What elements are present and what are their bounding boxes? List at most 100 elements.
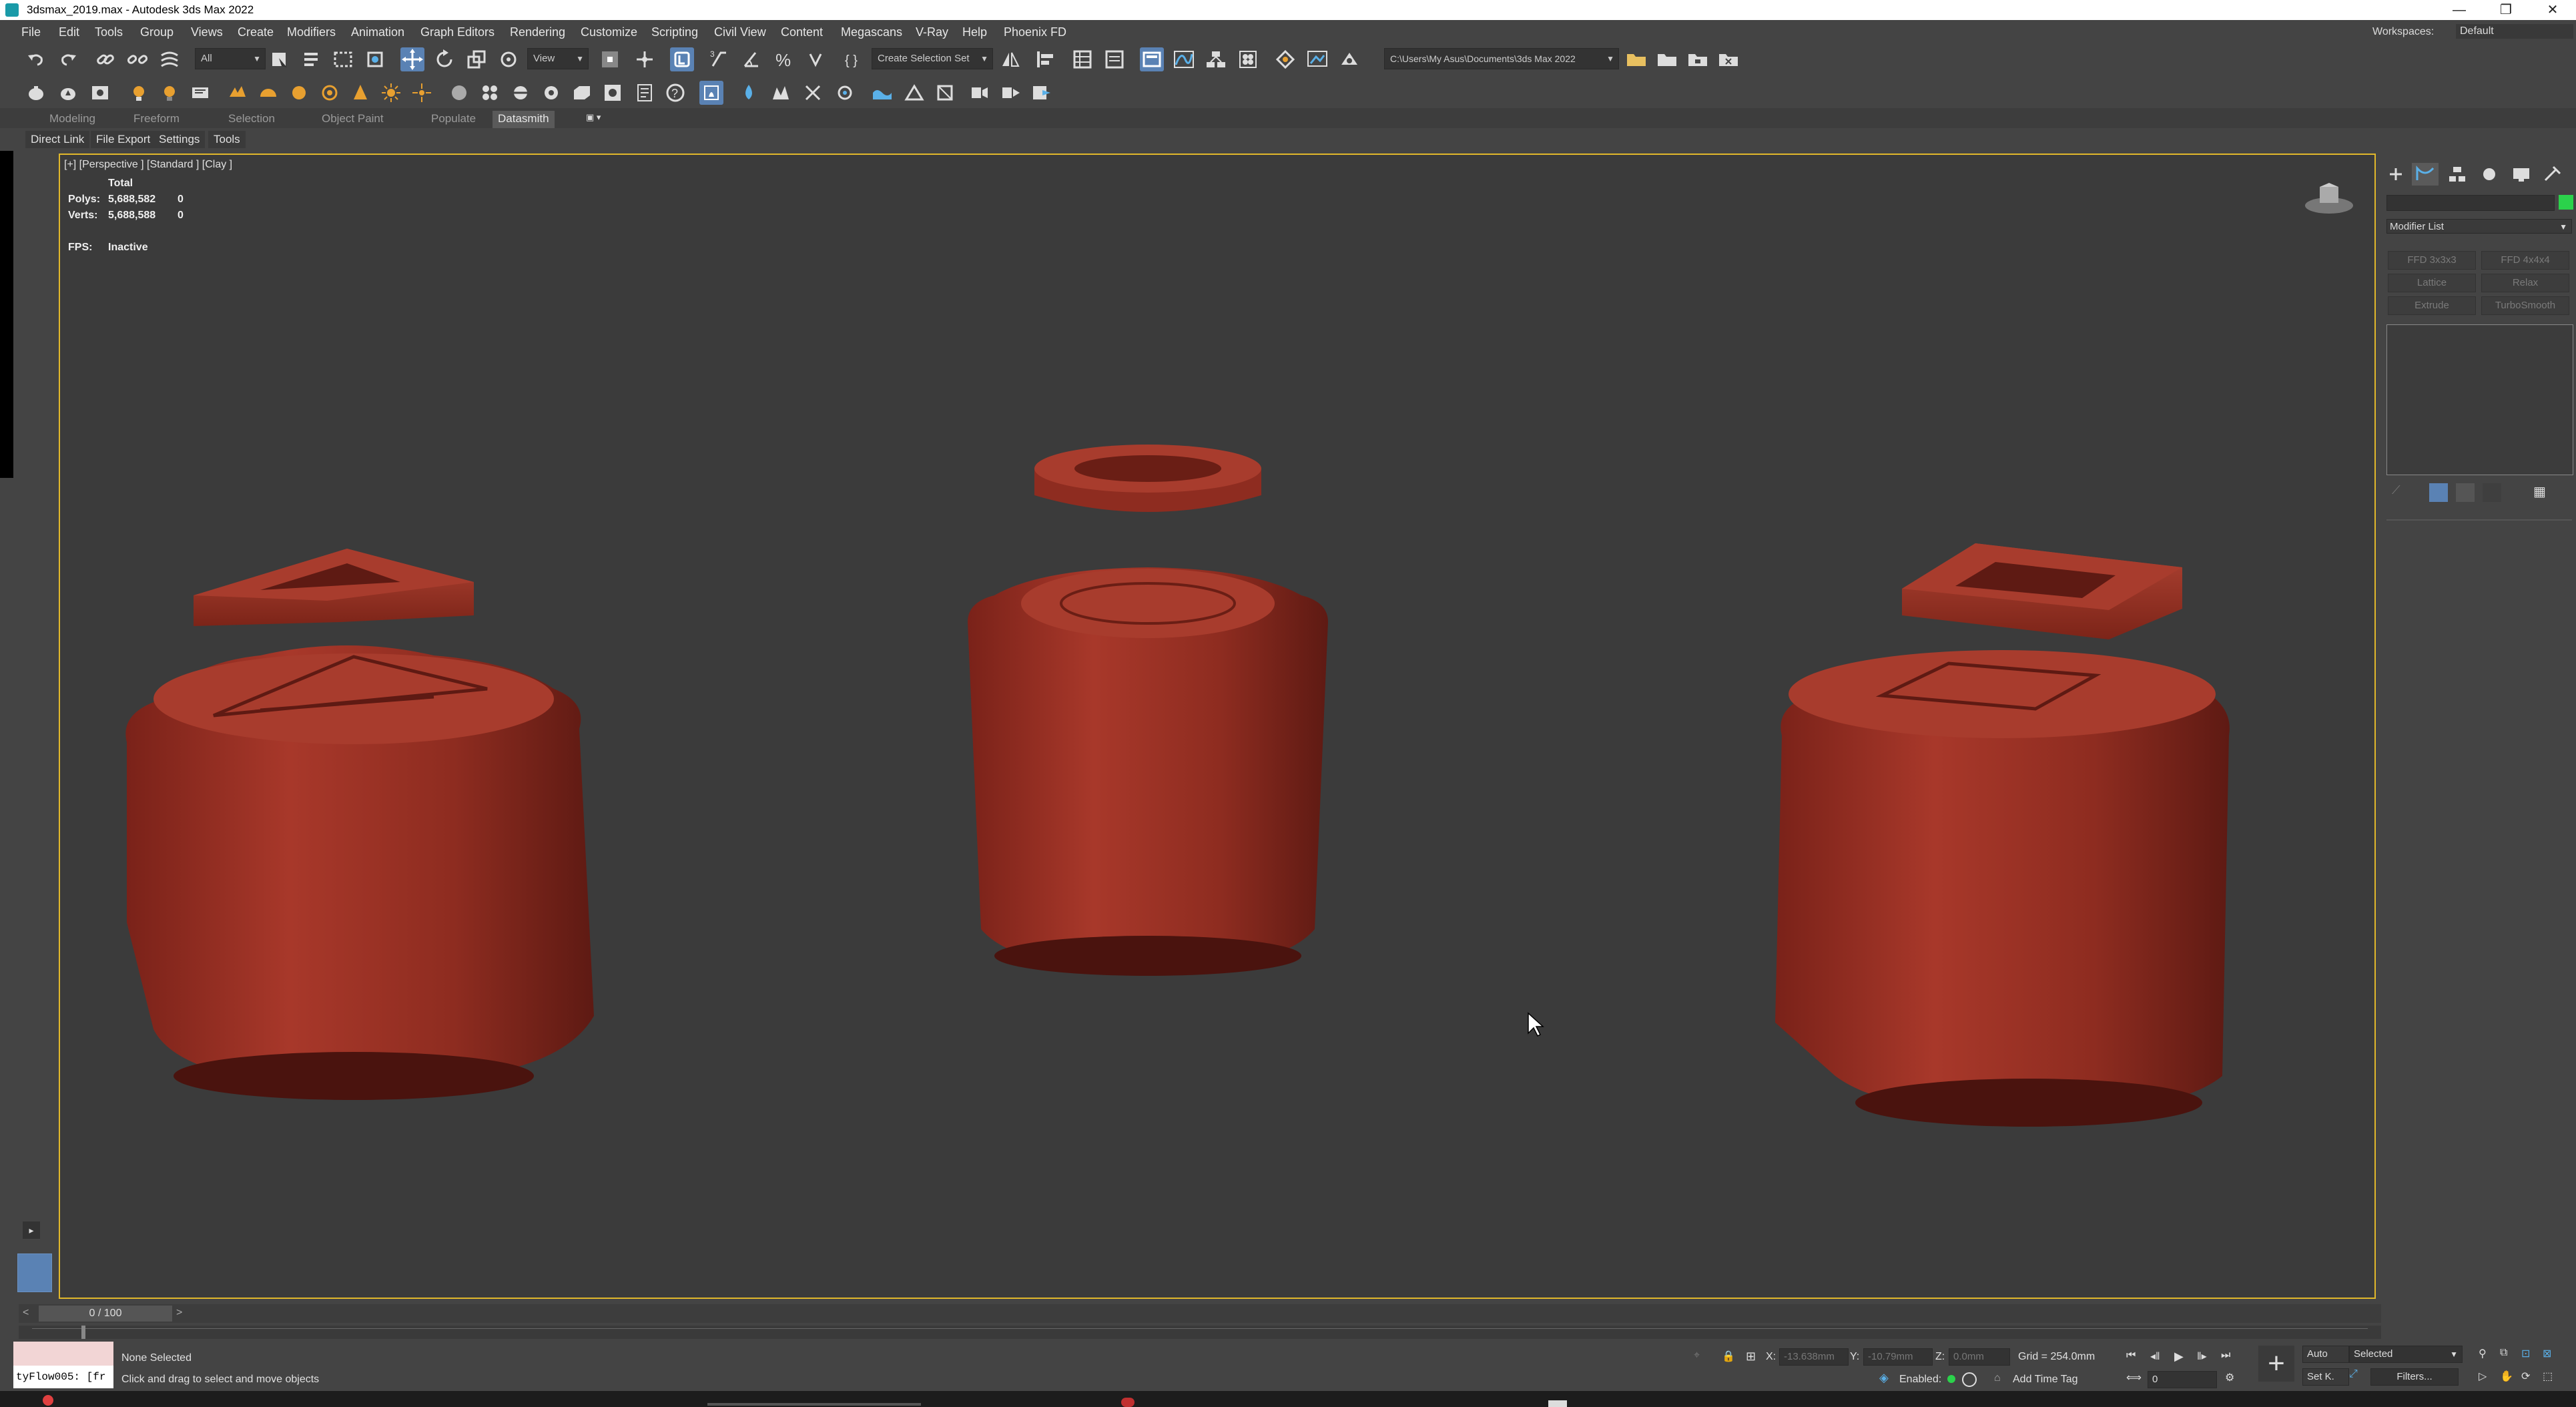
set-key-big-icon[interactable]: +: [2258, 1346, 2294, 1382]
phoenix-particle-icon[interactable]: [833, 81, 857, 105]
hierarchy-tab-icon[interactable]: [2444, 163, 2471, 186]
triangle-cap[interactable]: [194, 549, 474, 626]
render-production-icon[interactable]: [1337, 47, 1361, 71]
menu-help[interactable]: Help: [962, 25, 987, 39]
create-tab-icon[interactable]: [2382, 163, 2409, 186]
curve-editor-icon[interactable]: [1172, 47, 1196, 71]
turbosmooth-button[interactable]: TurboSmooth: [2481, 296, 2569, 315]
vray-mesh-light-icon[interactable]: [318, 81, 342, 105]
object-color-swatch[interactable]: [2559, 195, 2573, 210]
viewport-layout-thumb-icon[interactable]: [17, 1253, 52, 1292]
direct-link-button[interactable]: Direct Link: [25, 131, 90, 148]
tab-modeling[interactable]: Modeling: [44, 111, 101, 129]
z-coordinate-field[interactable]: 0.0mm: [1949, 1348, 2010, 1366]
display-tab-icon[interactable]: [2508, 163, 2535, 186]
goto-end-icon[interactable]: ⏭: [2221, 1350, 2237, 1366]
vray-fur-icon[interactable]: [478, 81, 502, 105]
vray-proxy-icon[interactable]: [447, 81, 471, 105]
unlink-icon[interactable]: [125, 47, 149, 71]
ffd4-button[interactable]: FFD 4x4x4: [2481, 251, 2569, 270]
vray-settings-icon[interactable]: [188, 81, 212, 105]
auto-key-button[interactable]: Auto: [2302, 1346, 2349, 1363]
square-cap[interactable]: [1902, 543, 2182, 639]
maximize-viewport-icon[interactable]: ⬚: [2543, 1370, 2559, 1386]
time-configuration-icon[interactable]: ⚙: [2225, 1371, 2241, 1387]
render-setup-icon[interactable]: [1273, 47, 1297, 71]
select-and-scale-icon[interactable]: [464, 47, 489, 71]
menu-megascans[interactable]: Megascans: [841, 25, 902, 39]
select-object-icon[interactable]: [267, 47, 291, 71]
open-project-icon[interactable]: [1655, 47, 1679, 71]
remove-modifier-icon[interactable]: [2483, 483, 2501, 502]
tab-populate[interactable]: Populate: [426, 111, 481, 129]
edit-named-selection-icon[interactable]: { }: [842, 47, 866, 71]
minimize-button[interactable]: —: [2436, 0, 2483, 20]
menu-create[interactable]: Create: [238, 25, 274, 39]
ring-jar[interactable]: [968, 567, 1328, 976]
vray-ies-icon[interactable]: [157, 81, 182, 105]
snaps-toggle-icon[interactable]: 3: [707, 47, 731, 71]
ring-cap[interactable]: [1034, 445, 1261, 512]
vray-spot-light-icon[interactable]: [348, 81, 372, 105]
vray-light-icon[interactable]: [127, 81, 151, 105]
phoenix-fire-icon[interactable]: [699, 81, 723, 105]
vray-decal-icon[interactable]: [539, 81, 563, 105]
field-of-view-icon[interactable]: ▷: [2479, 1370, 2495, 1386]
next-frame-icon[interactable]: ‖▸: [2197, 1350, 2213, 1366]
menu-file[interactable]: File: [21, 25, 41, 39]
tab-selection[interactable]: Selection: [223, 111, 280, 129]
rect-selection-region-icon[interactable]: [331, 47, 355, 71]
make-unique-icon[interactable]: [2456, 483, 2475, 502]
undo-icon[interactable]: [24, 47, 48, 71]
ribbon-options-icon[interactable]: ▣ ▾: [581, 111, 606, 129]
x-coordinate-field[interactable]: -13.638mm: [1779, 1348, 1849, 1366]
menu-tools[interactable]: Tools: [95, 25, 123, 39]
phoenix-source-icon[interactable]: [769, 81, 793, 105]
phoenix-ocean-icon[interactable]: [870, 81, 894, 105]
select-and-place-icon[interactable]: [497, 47, 521, 71]
perspective-viewport[interactable]: [+] [Perspective ] [Standard ] [Clay ] T…: [59, 154, 2376, 1299]
select-manipulate-icon[interactable]: [633, 47, 657, 71]
add-time-tag[interactable]: Add Time Tag: [2013, 1374, 2078, 1386]
vray-sphere-light-icon[interactable]: [287, 81, 311, 105]
vray-sun-light-icon[interactable]: [379, 81, 403, 105]
selection-filter-dropdown[interactable]: All ▼: [195, 48, 266, 69]
key-filters-button[interactable]: Filters...: [2370, 1368, 2459, 1386]
menu-animation[interactable]: Animation: [351, 25, 404, 39]
menu-rendering[interactable]: Rendering: [510, 25, 565, 39]
utilities-tab-icon[interactable]: [2539, 163, 2565, 186]
angle-snap-icon[interactable]: [739, 47, 763, 71]
menu-scripting[interactable]: Scripting: [651, 25, 698, 39]
set-key-button[interactable]: Set K.: [2302, 1368, 2349, 1386]
layer-explorer-icon[interactable]: [1102, 47, 1126, 71]
phoenix-liquid-icon[interactable]: [737, 81, 761, 105]
y-coordinate-field[interactable]: -10.79mm: [1863, 1348, 1933, 1366]
menu-civil-view[interactable]: Civil View: [714, 25, 766, 39]
select-and-rotate-icon[interactable]: [432, 47, 456, 71]
toggle-ribbon-icon[interactable]: [1140, 47, 1164, 71]
taskbar-app-icon[interactable]: [43, 1395, 53, 1406]
taskbar-active-app-icon[interactable]: [1548, 1400, 1567, 1407]
phoenix-play-icon[interactable]: [998, 81, 1022, 105]
track-bar[interactable]: [19, 1326, 2381, 1339]
tab-freeform[interactable]: Freeform: [128, 111, 185, 129]
select-by-name-icon[interactable]: [299, 47, 323, 71]
motion-tab-icon[interactable]: [2476, 163, 2503, 186]
workspace-dropdown[interactable]: Default: [2456, 24, 2573, 39]
window-crossing-icon[interactable]: [363, 47, 387, 71]
schematic-view-icon[interactable]: [1204, 47, 1228, 71]
time-prev-button[interactable]: <: [23, 1307, 29, 1319]
zoom-extents-icon[interactable]: ⊡: [2521, 1347, 2537, 1363]
vray-ambient-light-icon[interactable]: [410, 81, 434, 105]
previous-frame-icon[interactable]: ◂‖: [2150, 1350, 2166, 1366]
menu-edit[interactable]: Edit: [59, 25, 79, 39]
vray-plane-icon[interactable]: [509, 81, 533, 105]
phoenix-preview-icon[interactable]: [968, 81, 992, 105]
menu-vray[interactable]: V-Ray: [916, 25, 948, 39]
viewport-layout-expand-icon[interactable]: ▸: [23, 1221, 40, 1239]
phoenix-export-icon[interactable]: [1029, 81, 1053, 105]
project-folder-icon[interactable]: [1624, 47, 1648, 71]
selection-lock-icon[interactable]: 🔒: [1722, 1350, 1736, 1364]
relax-button[interactable]: Relax: [2481, 274, 2569, 292]
vray-dome-light-icon[interactable]: [256, 81, 280, 105]
